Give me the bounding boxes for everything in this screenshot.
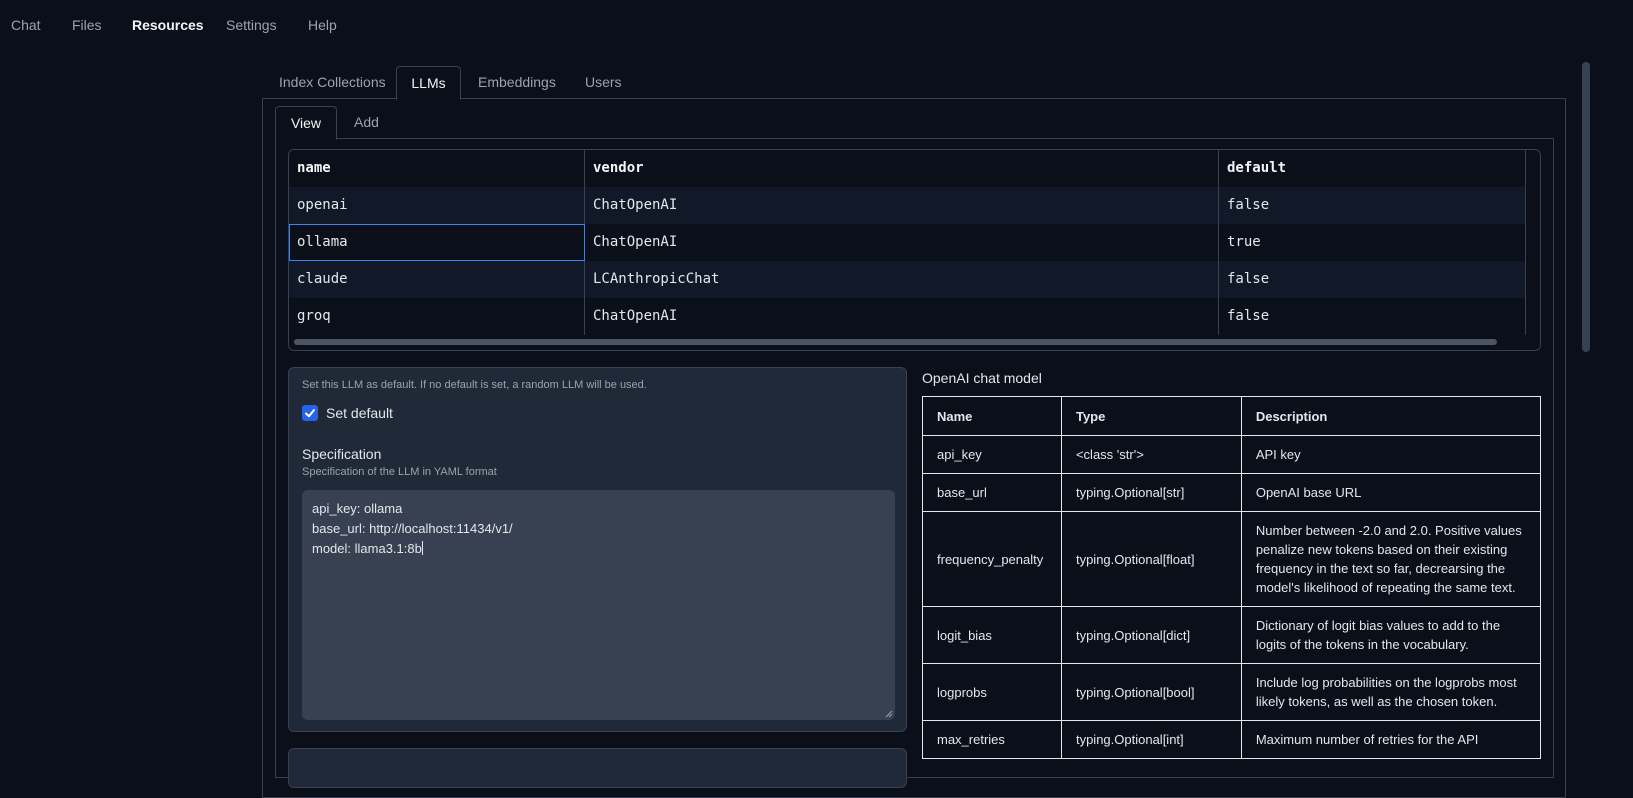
text-caret xyxy=(421,541,423,555)
params-row: base_url typing.Optional[str] OpenAI bas… xyxy=(922,473,1542,512)
params-row: frequency_penalty typing.Optional[float]… xyxy=(922,511,1542,607)
params-header-row: Name Type Description xyxy=(922,396,1542,436)
params-col-type: Type xyxy=(1060,396,1242,436)
table-row[interactable]: groq ChatOpenAI false xyxy=(289,298,1526,335)
nav-files[interactable]: Files xyxy=(72,17,102,33)
param-name: frequency_penalty xyxy=(922,511,1062,607)
nav-resources[interactable]: Resources xyxy=(132,17,204,33)
param-type: typing.Optional[int] xyxy=(1060,720,1242,759)
nav-help[interactable]: Help xyxy=(308,17,337,33)
param-description: Number between -2.0 and 2.0. Positive va… xyxy=(1240,511,1542,607)
table-horizontal-scrollbar[interactable] xyxy=(294,339,1497,345)
param-name: api_key xyxy=(922,435,1062,474)
nav-chat[interactable]: Chat xyxy=(11,17,41,33)
cell-vendor[interactable]: ChatOpenAI xyxy=(585,224,1219,261)
tab-embeddings[interactable]: Embeddings xyxy=(478,66,556,98)
cell-name[interactable]: claude xyxy=(289,261,585,298)
tab-users[interactable]: Users xyxy=(585,66,622,98)
resize-handle-icon[interactable] xyxy=(885,710,893,718)
param-name: logit_bias xyxy=(922,606,1062,664)
params-row: logit_bias typing.Optional[dict] Diction… xyxy=(922,606,1542,664)
cell-name[interactable]: groq xyxy=(289,298,585,335)
tab-view[interactable]: View xyxy=(275,106,337,140)
params-row: api_key <class 'str'> API key xyxy=(922,435,1542,474)
cell-default[interactable]: false xyxy=(1219,187,1526,224)
params-col-name: Name xyxy=(922,396,1062,436)
param-description: OpenAI base URL xyxy=(1240,473,1542,512)
cell-vendor[interactable]: ChatOpenAI xyxy=(585,298,1219,335)
param-type: <class 'str'> xyxy=(1060,435,1242,474)
param-type: typing.Optional[float] xyxy=(1060,511,1242,607)
params-row: max_retries typing.Optional[int] Maximum… xyxy=(922,720,1542,759)
table-header: name vendor default xyxy=(289,150,1526,187)
param-description: Maximum number of retries for the API xyxy=(1240,720,1542,759)
param-description: Dictionary of logit bias values to add t… xyxy=(1240,606,1542,664)
specification-textarea[interactable]: api_key: ollama base_url: http://localho… xyxy=(302,490,895,720)
page-vertical-scrollbar[interactable] xyxy=(1582,62,1590,352)
column-header-name[interactable]: name xyxy=(289,150,585,187)
param-description: Include log probabilities on the logprob… xyxy=(1240,663,1542,721)
param-type: typing.Optional[str] xyxy=(1060,473,1242,512)
column-header-default[interactable]: default xyxy=(1219,150,1526,187)
set-default-label[interactable]: Set default xyxy=(326,405,393,421)
spec-line: model: llama3.1:8b xyxy=(312,541,422,556)
cell-name-selected[interactable]: ollama xyxy=(289,224,585,261)
cell-name[interactable]: openai xyxy=(289,187,585,224)
checkmark-icon xyxy=(305,409,315,418)
model-params-table: Name Type Description api_key <class 'st… xyxy=(922,396,1542,759)
cell-vendor[interactable]: LCAnthropicChat xyxy=(585,261,1219,298)
specification-label: Specification xyxy=(302,446,382,462)
cell-vendor[interactable]: ChatOpenAI xyxy=(585,187,1219,224)
param-name: max_retries xyxy=(922,720,1062,759)
param-name: logprobs xyxy=(922,663,1062,721)
param-name: base_url xyxy=(922,473,1062,512)
param-type: typing.Optional[dict] xyxy=(1060,606,1242,664)
column-header-vendor[interactable]: vendor xyxy=(585,150,1219,187)
top-nav: Chat Files Resources Settings Help xyxy=(0,0,1633,50)
llm-table: name vendor default openai ChatOpenAI fa… xyxy=(288,149,1541,351)
param-description: API key xyxy=(1240,435,1542,474)
cell-default[interactable]: false xyxy=(1219,298,1526,335)
table-row[interactable]: ollama ChatOpenAI true xyxy=(289,224,1526,261)
tab-index-collections[interactable]: Index Collections xyxy=(279,66,386,98)
llm-edit-form: Set this LLM as default. If no default i… xyxy=(288,367,907,732)
params-col-description: Description xyxy=(1240,396,1542,436)
default-info: Set this LLM as default. If no default i… xyxy=(302,379,647,391)
set-default-checkbox[interactable] xyxy=(302,405,318,421)
model-doc-title: OpenAI chat model xyxy=(922,370,1042,386)
nav-settings[interactable]: Settings xyxy=(226,17,277,33)
params-row: logprobs typing.Optional[bool] Include l… xyxy=(922,663,1542,721)
cell-default[interactable]: true xyxy=(1219,224,1526,261)
table-row[interactable]: claude LCAnthropicChat false xyxy=(289,261,1526,298)
next-form-card xyxy=(288,748,907,788)
scrollbar-thumb[interactable] xyxy=(1582,62,1590,352)
tab-add[interactable]: Add xyxy=(354,106,379,138)
tab-llms[interactable]: LLMs xyxy=(396,66,461,100)
param-type: typing.Optional[bool] xyxy=(1060,663,1242,721)
spec-line: api_key: ollama xyxy=(312,501,403,516)
cell-default[interactable]: false xyxy=(1219,261,1526,298)
spec-line: base_url: http://localhost:11434/v1/ xyxy=(312,521,513,536)
table-row[interactable]: openai ChatOpenAI false xyxy=(289,187,1526,224)
specification-info: Specification of the LLM in YAML format xyxy=(302,466,497,478)
